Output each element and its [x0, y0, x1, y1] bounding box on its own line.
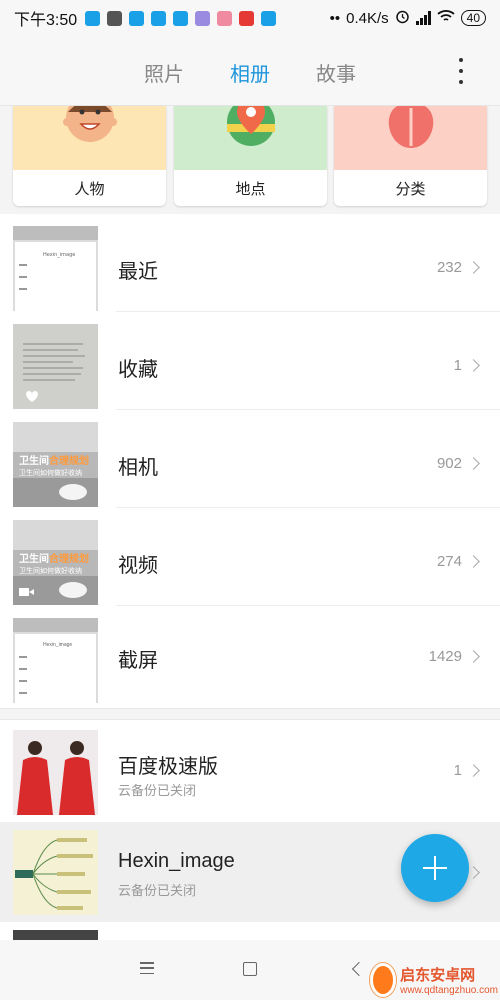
thumb-text-planning: 合理规划 [49, 456, 89, 467]
watermark-title: 启东安卓网 [400, 967, 476, 984]
album-row-videos[interactable]: 卫生间合理规划 卫生间如何做好收纳 视频 274 [0, 508, 500, 606]
album-title: 截屏 [118, 650, 158, 672]
thumb-text-title: Hexin_image [43, 642, 73, 648]
chevron-right-icon [467, 555, 480, 568]
thumb-text-bathroom: 卫生间 [19, 456, 49, 467]
album-subtitle: 云备份已关闭 [118, 883, 197, 898]
app-notification-icon [129, 10, 145, 26]
chevron-right-icon [467, 261, 480, 274]
alarm-icon [395, 9, 410, 28]
category-cards: 人物 地点 分类 [0, 106, 500, 214]
album-thumbnail: 卫生间合理规划 卫生间如何做好收纳 [13, 520, 98, 605]
thumb-text-planning: 合理规划 [49, 554, 89, 565]
chevron-right-icon [467, 359, 480, 372]
album-row-screenshots[interactable]: Hexin_image 截屏 1429 [0, 606, 500, 708]
thumb-text-storage: 卫生间如何做好收纳 [19, 568, 82, 575]
places-illustration [174, 106, 327, 170]
album-title: 百度极速版 [118, 756, 218, 778]
category-card-places[interactable]: 地点 [174, 106, 327, 206]
status-bar: 下午3:50 •• 0.4K/s 40 [0, 0, 500, 36]
gallery-notification-icon [195, 10, 211, 26]
album-count: 1 [453, 762, 462, 779]
wifi-icon [437, 9, 455, 27]
wps-notification-icon [239, 10, 255, 26]
album-title: 收藏 [118, 359, 158, 381]
album-title: 相机 [118, 457, 158, 479]
back-icon[interactable] [351, 961, 367, 977]
people-illustration [13, 106, 166, 170]
album-count: 1 [453, 357, 462, 374]
album-title: 最近 [118, 261, 158, 283]
tab-photos[interactable]: 照片 [144, 58, 184, 87]
app-notification-icon [173, 10, 189, 26]
album-row-baidu[interactable]: 百度极速版 云备份已关闭 1 [0, 720, 500, 822]
album-row-camera[interactable]: 卫生间合理规划 卫生间如何做好收纳 相机 902 [0, 410, 500, 508]
watermark-logo-icon [370, 963, 397, 997]
album-thumbnail [13, 830, 98, 915]
tab-albums[interactable]: 相册 [230, 58, 270, 87]
signal-icon [415, 11, 431, 25]
home-icon[interactable] [243, 962, 257, 976]
thumb-text-storage: 卫生间如何做好收纳 [19, 470, 82, 477]
category-label: 分类 [395, 180, 426, 198]
battery-icon: 40 [460, 10, 486, 26]
album-thumbnail: Hexin_image [13, 618, 98, 703]
category-card-categories[interactable]: 分类 [334, 106, 487, 206]
album-count: 232 [436, 259, 462, 276]
album-thumbnail [13, 730, 98, 815]
site-watermark: 启东安卓网 www.qdtangzhuo.com [370, 960, 498, 1000]
album-thumbnail: 卫生间合理规划 卫生间如何做好收纳 [13, 422, 98, 507]
svg-text:Hexin_image: Hexin_image [43, 252, 75, 258]
more-notifications-icon: •• [329, 9, 341, 27]
network-speed: 0.4K/s [346, 9, 389, 27]
album-subtitle: 云备份已关闭 [118, 783, 197, 798]
category-card-people[interactable]: 人物 [13, 106, 166, 206]
app-notification-icon [261, 10, 277, 26]
menu-icon[interactable] [140, 962, 154, 974]
album-thumbnail [13, 324, 98, 409]
category-label: 地点 [235, 180, 266, 198]
chevron-right-icon [467, 457, 480, 470]
app-notification-icon [151, 10, 167, 26]
album-list: Hexin_image 最近 232 收藏 1 卫生间合理规划 卫生间如何做好收… [0, 214, 500, 942]
chevron-right-icon [467, 650, 480, 663]
album-thumbnail: Hexin_image [13, 226, 98, 311]
album-row-recent[interactable]: Hexin_image 最近 232 [0, 214, 500, 312]
add-album-button[interactable] [401, 834, 469, 902]
categories-illustration [334, 106, 487, 170]
album-row-partial[interactable] [0, 922, 500, 942]
top-tab-bar: 照片 相册 故事 [0, 36, 500, 106]
album-count: 902 [436, 455, 462, 472]
album-count: 274 [436, 553, 462, 570]
section-divider [0, 708, 500, 720]
watermark-url: www.qdtangzhuo.com [400, 985, 498, 996]
app-notification-icon [85, 10, 101, 26]
album-row-favorites[interactable]: 收藏 1 [0, 312, 500, 410]
album-count: 1429 [428, 648, 462, 665]
status-time: 下午3:50 [14, 12, 78, 29]
album-title: Hexin_image [118, 850, 235, 872]
chevron-right-icon [467, 764, 480, 777]
thumb-text-bathroom: 卫生间 [19, 554, 49, 565]
chevron-right-icon [467, 866, 480, 879]
tab-stories[interactable]: 故事 [316, 58, 356, 87]
category-label: 人物 [74, 180, 105, 198]
more-options-button[interactable] [456, 58, 466, 84]
chart-notification-icon [217, 10, 233, 26]
upload-notification-icon [107, 10, 123, 26]
album-title: 视频 [118, 555, 158, 577]
